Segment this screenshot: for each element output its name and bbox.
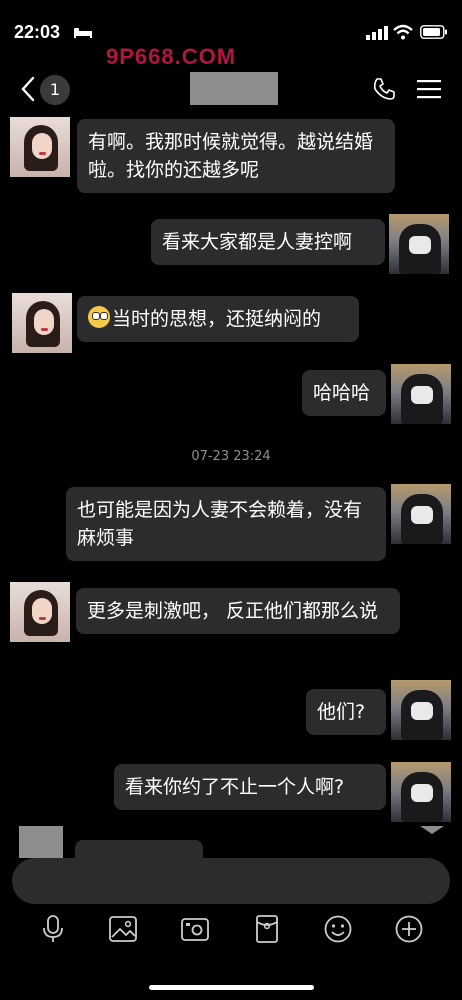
battery-icon (420, 25, 447, 39)
self-avatar[interactable] (391, 364, 451, 424)
contact-avatar-redacted[interactable] (19, 826, 63, 858)
back-chevron-icon[interactable] (20, 76, 36, 102)
scroll-down-icon[interactable] (418, 824, 446, 836)
chat-timestamp: 07-23 23:24 (191, 449, 271, 464)
message-bubble[interactable]: 看来你约了不止一个人啊? (114, 764, 386, 810)
message-bubble[interactable]: 看来大家都是人妻控啊 (151, 219, 385, 265)
message-text: 当时的思想，还挺纳闷的 (112, 308, 322, 330)
phone-icon[interactable] (372, 77, 396, 101)
message-input[interactable] (12, 858, 450, 904)
contact-name-redacted (190, 72, 278, 105)
microphone-icon[interactable] (38, 914, 68, 944)
message-bubble[interactable] (75, 840, 203, 860)
contact-avatar[interactable] (12, 293, 72, 353)
signal-icon (366, 26, 388, 40)
wifi-icon (393, 24, 413, 40)
plus-icon[interactable] (394, 914, 424, 944)
emoji-icon[interactable] (323, 914, 353, 944)
flushed-face-emoji-icon (88, 306, 110, 328)
red-packet-icon[interactable] (252, 914, 282, 944)
self-avatar[interactable] (391, 762, 451, 822)
unread-badge[interactable]: 1 (40, 75, 70, 105)
image-icon[interactable] (108, 914, 138, 944)
message-bubble[interactable]: 哈哈哈 (302, 370, 386, 416)
contact-avatar[interactable] (10, 117, 70, 177)
menu-icon[interactable] (417, 78, 441, 100)
message-bubble[interactable]: 也可能是因为人妻不会赖着，没有麻烦事 (66, 487, 386, 561)
message-bubble[interactable]: 有啊。我那时候就觉得。越说结婚啦。找你的还越多呢 (77, 119, 395, 193)
self-avatar[interactable] (391, 484, 451, 544)
self-avatar[interactable] (389, 214, 449, 274)
status-time: 22:03 (14, 22, 61, 42)
self-avatar[interactable] (391, 680, 451, 740)
home-indicator[interactable] (149, 985, 314, 990)
message-bubble[interactable]: 当时的思想，还挺纳闷的 (77, 296, 359, 342)
bed-icon (74, 28, 92, 38)
message-bubble[interactable]: 更多是刺激吧， 反正他们都那么说 (76, 588, 400, 634)
contact-avatar[interactable] (10, 582, 70, 642)
message-bubble[interactable]: 他们? (306, 689, 386, 735)
camera-icon[interactable] (180, 914, 210, 944)
chat-header: 1 (0, 66, 462, 112)
input-toolbar (0, 910, 462, 954)
